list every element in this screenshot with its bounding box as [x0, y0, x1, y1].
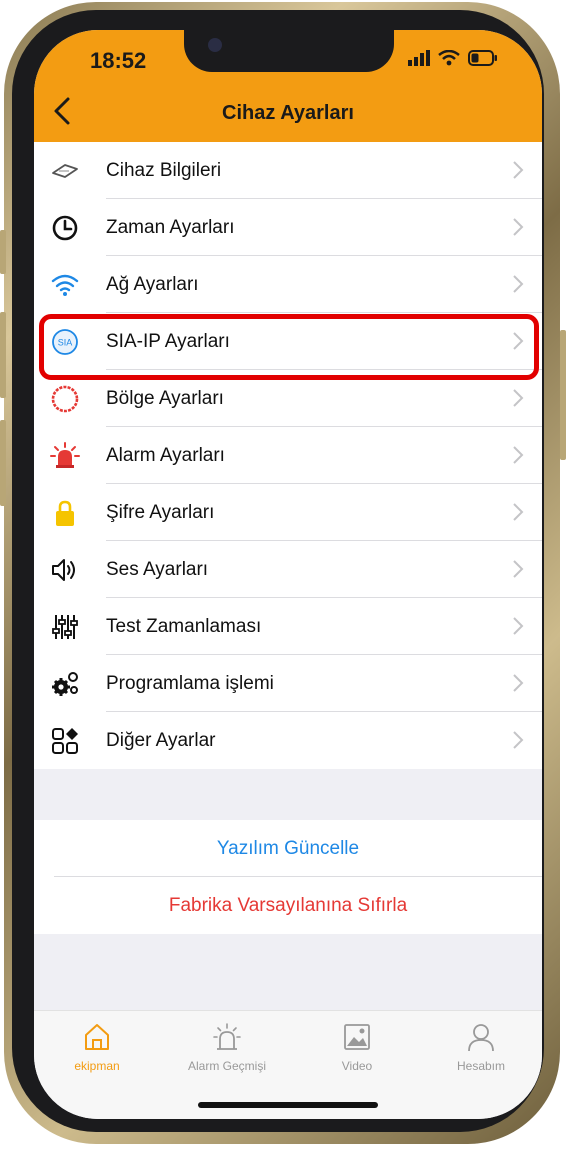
menu-label: Alarm Ayarları: [106, 444, 225, 466]
tab-label: ekipman: [74, 1059, 120, 1073]
tab-hesabim[interactable]: Hesabım: [426, 1021, 536, 1073]
chevron-right-icon: [513, 389, 524, 407]
siren-icon: [50, 442, 80, 468]
home-icon: [85, 1024, 109, 1050]
chevron-right-icon: [513, 275, 524, 293]
signal-icon: [408, 50, 430, 66]
menu-label: Şifre Ayarları: [106, 501, 215, 523]
menu-label: Programlama işlemi: [106, 672, 274, 694]
wifi-status-icon: [438, 50, 460, 66]
menu-item-programlama-islemi[interactable]: Programlama işlemi: [34, 655, 542, 712]
notch: [184, 30, 394, 72]
status-icons: [408, 50, 498, 66]
menu-label: Ses Ayarları: [106, 558, 209, 580]
battery-icon: [468, 50, 497, 66]
menu-label: Diğer Ayarlar: [106, 729, 216, 751]
chevron-right-icon: [513, 674, 524, 692]
chevron-right-icon: [513, 446, 524, 464]
tab-alarm-gecmisi[interactable]: Alarm Geçmişi: [172, 1021, 282, 1073]
gears-icon: [52, 672, 78, 696]
menu-label: Test Zamanlaması: [106, 615, 262, 637]
menu-label: Ağ Ayarları: [106, 273, 199, 295]
menu-label: Bölge Ayarları: [106, 387, 224, 409]
software-update-button[interactable]: Yazılım Güncelle: [34, 820, 542, 877]
menu-label: Zaman Ayarları: [106, 216, 235, 238]
menu-item-alarm-ayarlari[interactable]: Alarm Ayarları: [34, 427, 542, 484]
grid-icon: [52, 728, 78, 754]
alarm-light-icon: [213, 1023, 241, 1050]
chevron-right-icon: [513, 161, 524, 179]
tab-label: Alarm Geçmişi: [187, 1059, 266, 1073]
power-button: [560, 330, 566, 460]
highlight-box: [39, 314, 539, 380]
speaker-icon: [52, 559, 75, 581]
nav-header: 18:52 Cihaz Ayarları: [34, 30, 542, 142]
wifi-icon: [51, 274, 79, 296]
volume-up-button: [0, 312, 6, 398]
status-time: 18:52: [90, 48, 147, 73]
action-section: Yazılım Güncelle Fabrika Varsayılanına S…: [34, 820, 542, 934]
front-camera: [208, 38, 222, 52]
settings-list: Cihaz Bilgileri Zaman Ayarları Ağ Ayarla…: [34, 142, 542, 769]
tab-bar: ekipman Alarm Geçmişi Video Hesabım: [34, 1010, 542, 1119]
person-icon: [468, 1024, 494, 1052]
tab-label: Video: [341, 1059, 373, 1073]
zone-ring-icon: [51, 385, 79, 413]
device-info-icon: [52, 164, 78, 178]
menu-item-ag-ayarlari[interactable]: Ağ Ayarları: [34, 256, 542, 313]
chevron-right-icon: [513, 503, 524, 521]
menu-item-sifre-ayarlari[interactable]: Şifre Ayarları: [34, 484, 542, 541]
factory-reset-label: Fabrika Varsayılanına Sıfırla: [168, 895, 408, 916]
tab-label: Hesabım: [456, 1059, 506, 1073]
menu-item-diger-ayarlar[interactable]: Diğer Ayarlar: [34, 712, 542, 769]
chevron-right-icon: [513, 617, 524, 635]
chevron-right-icon: [513, 560, 524, 578]
menu-label: Cihaz Bilgileri: [106, 159, 222, 181]
image-icon: [344, 1024, 370, 1050]
sliders-icon: [52, 615, 78, 639]
lock-icon: [56, 500, 74, 526]
chevron-right-icon: [513, 218, 524, 236]
chevron-right-icon: [513, 731, 524, 749]
page-title: Cihaz Ayarları: [222, 102, 354, 124]
menu-item-zaman-ayarlari[interactable]: Zaman Ayarları: [34, 199, 542, 256]
tab-video[interactable]: Video: [302, 1021, 412, 1073]
menu-item-test-zamanlamasi[interactable]: Test Zamanlaması: [34, 598, 542, 655]
tab-ekipman[interactable]: ekipman: [42, 1021, 152, 1073]
screen: 18:52 Cihaz Ayarları Cihaz Bilgileri Zam…: [34, 30, 542, 1119]
menu-item-cihaz-bilgileri[interactable]: Cihaz Bilgileri: [34, 142, 542, 199]
mute-switch: [0, 230, 6, 274]
clock-icon: [52, 215, 78, 241]
home-indicator: [198, 1102, 378, 1108]
factory-reset-button[interactable]: Fabrika Varsayılanına Sıfırla: [34, 877, 542, 934]
software-update-label: Yazılım Güncelle: [216, 838, 360, 859]
volume-down-button: [0, 420, 6, 506]
menu-item-ses-ayarlari[interactable]: Ses Ayarları: [34, 541, 542, 598]
